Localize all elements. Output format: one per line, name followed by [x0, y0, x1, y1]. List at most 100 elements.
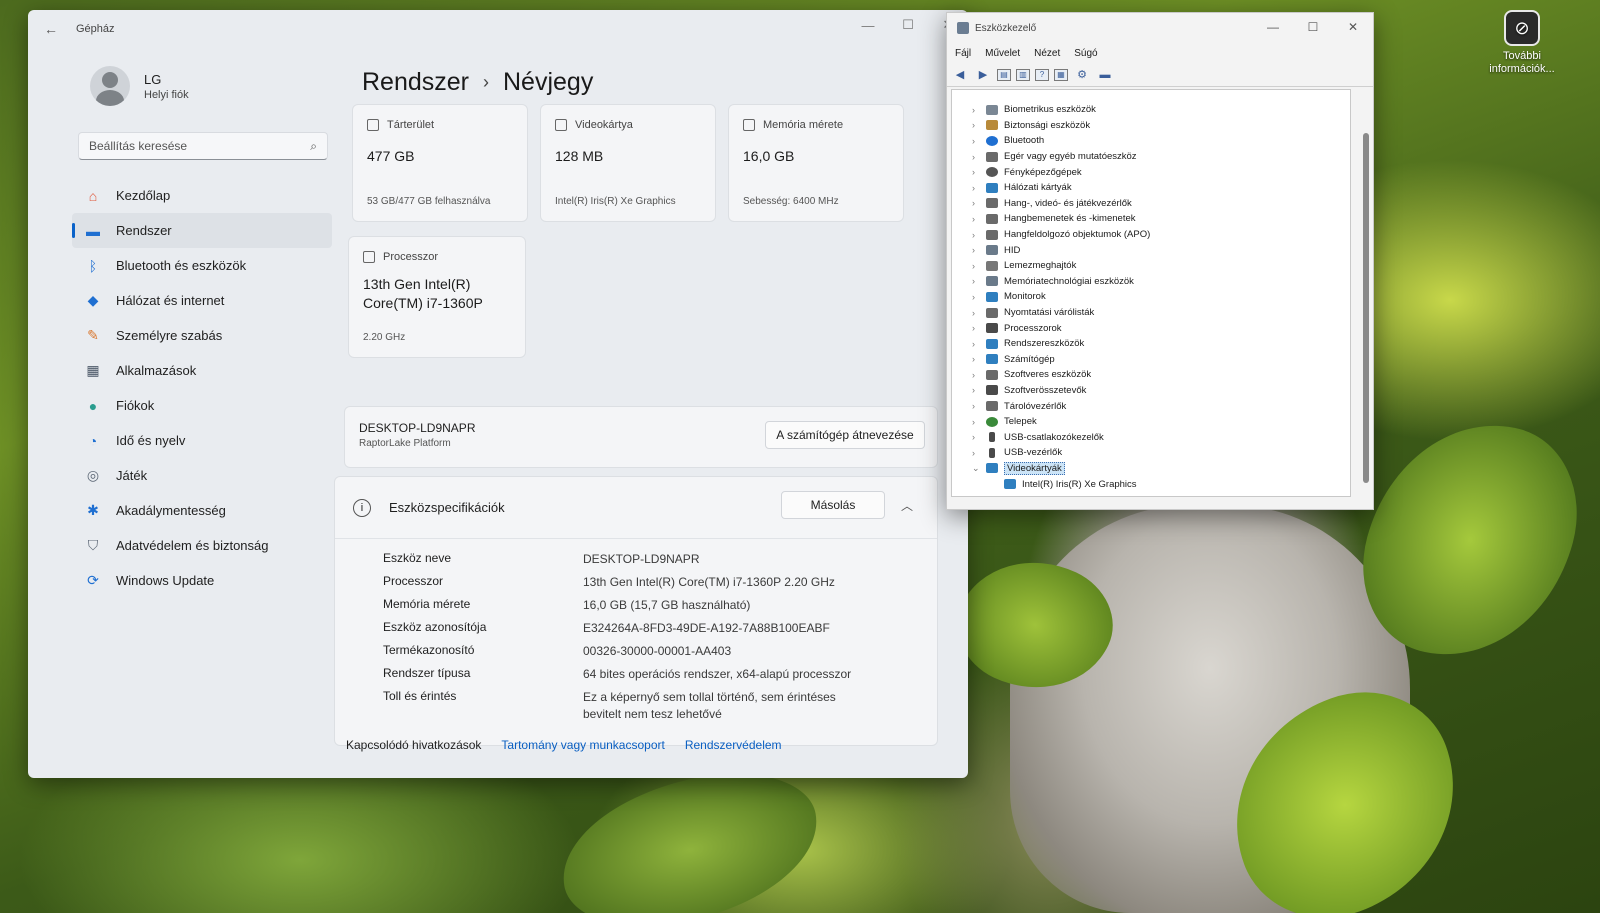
chevron-right-icon[interactable]: ›: [972, 448, 986, 458]
chevron-right-icon[interactable]: ›: [972, 120, 986, 130]
gpu-card[interactable]: Videokártya 128 MB Intel(R) Iris(R) Xe G…: [540, 104, 716, 222]
tree-node[interactable]: › Telepek: [952, 414, 1350, 430]
back-arrow-icon[interactable]: ◀: [951, 67, 969, 83]
chevron-right-icon[interactable]: ›: [972, 230, 986, 240]
tree-node[interactable]: › Lemezmeghajtók: [952, 258, 1350, 274]
chevron-right-icon[interactable]: ›: [972, 167, 986, 177]
processor-icon: [363, 251, 375, 263]
chevron-right-icon[interactable]: ›: [972, 370, 986, 380]
system-protection-link[interactable]: Rendszervédelem: [685, 738, 782, 752]
sidebar-item-bluetooth[interactable]: ᛒ Bluetooth és eszközök: [72, 248, 332, 283]
tree-node[interactable]: › USB-csatlakozókezelők: [952, 429, 1350, 445]
tree-node-label: Hangfeldolgozó objektumok (APO): [1004, 229, 1151, 241]
tree-node[interactable]: › Hálózati kártyák: [952, 180, 1350, 196]
sidebar-item-network[interactable]: ◆ Hálózat és internet: [72, 283, 332, 318]
chevron-right-icon[interactable]: ›: [972, 354, 986, 364]
minimize-button[interactable]: —: [1253, 13, 1293, 41]
tree-node[interactable]: › Processzorok: [952, 320, 1350, 336]
sidebar-item-privacy[interactable]: ⛉ Adatvédelem és biztonság: [72, 528, 332, 563]
chevron-right-icon[interactable]: ›: [972, 308, 986, 318]
copy-button[interactable]: Másolás: [781, 491, 885, 519]
tree-node[interactable]: › Nyomtatási várólisták: [952, 305, 1350, 321]
tree-node[interactable]: › Hangfeldolgozó objektumok (APO): [952, 227, 1350, 243]
tree-node[interactable]: › Biometrikus eszközök: [952, 102, 1350, 118]
sidebar-item-accounts[interactable]: ● Fiókok: [72, 388, 332, 423]
forward-arrow-icon[interactable]: ▶: [974, 67, 992, 83]
tree-node[interactable]: › Biztonsági eszközök: [952, 118, 1350, 134]
menu-action[interactable]: Művelet: [985, 48, 1020, 59]
scrollbar[interactable]: [1363, 133, 1369, 483]
properties-icon[interactable]: ▤: [997, 68, 1011, 81]
tree-node[interactable]: › Szoftveres eszközök: [952, 367, 1350, 383]
tree-node-expanded[interactable]: ⌄ Videokártyák: [952, 461, 1350, 477]
chevron-right-icon[interactable]: ›: [972, 198, 986, 208]
tree-node-label: Biometrikus eszközök: [1004, 104, 1096, 116]
processor-card[interactable]: Processzor 13th Gen Intel(R) Core(TM) i7…: [348, 236, 526, 358]
tree-node[interactable]: › Bluetooth: [952, 133, 1350, 149]
tree-node[interactable]: › Számítógép: [952, 352, 1350, 368]
rename-pc-button[interactable]: A számítógép átnevezése: [765, 421, 925, 449]
tree-node[interactable]: › USB-vezérlők: [952, 445, 1350, 461]
search-input[interactable]: Beállítás keresése ⌕: [78, 132, 328, 160]
tree-node[interactable]: › Szoftverösszetevők: [952, 383, 1350, 399]
tree-node[interactable]: › Hangbemenetek és -kimenetek: [952, 211, 1350, 227]
tree-node[interactable]: › Fényképezőgépek: [952, 164, 1350, 180]
minimize-button[interactable]: —: [848, 10, 888, 40]
tree-node[interactable]: › Egér vagy egyéb mutatóeszköz: [952, 149, 1350, 165]
monitor-icon[interactable]: ▬: [1096, 67, 1114, 83]
update-icon: ⟳: [87, 572, 99, 588]
tree-node[interactable]: › Tárolóvezérlők: [952, 398, 1350, 414]
chevron-right-icon[interactable]: ›: [972, 152, 986, 162]
sidebar-item-gaming[interactable]: ◎ Játék: [72, 458, 332, 493]
chevron-right-icon[interactable]: ›: [972, 339, 986, 349]
tree-node[interactable]: › HID: [952, 242, 1350, 258]
chevron-right-icon[interactable]: ›: [972, 183, 986, 193]
related-links: Kapcsolódó hivatkozások Tartomány vagy m…: [346, 738, 802, 752]
chevron-right-icon[interactable]: ›: [972, 401, 986, 411]
menu-file[interactable]: Fájl: [955, 48, 971, 59]
sidebar-item-apps[interactable]: ▦ Alkalmazások: [72, 353, 332, 388]
sidebar-item-system[interactable]: ▬ Rendszer: [72, 213, 332, 248]
list-icon[interactable]: ▥: [1016, 68, 1030, 81]
chevron-right-icon[interactable]: ›: [972, 245, 986, 255]
menu-view[interactable]: Nézet: [1034, 48, 1060, 59]
maximize-button[interactable]: ☐: [888, 10, 928, 40]
back-arrow-icon[interactable]: ←: [44, 21, 58, 37]
tree-node[interactable]: › Monitorok: [952, 289, 1350, 305]
user-profile[interactable]: LG Helyi fiók: [90, 66, 189, 106]
chevron-right-icon[interactable]: ›: [972, 136, 986, 146]
chevron-right-icon[interactable]: ›: [972, 323, 986, 333]
chevron-right-icon[interactable]: ›: [972, 432, 986, 442]
chevron-right-icon[interactable]: ›: [972, 214, 986, 224]
tree-node[interactable]: › Rendszereszközök: [952, 336, 1350, 352]
maximize-button[interactable]: ☐: [1293, 13, 1333, 41]
search-icon[interactable]: ⌕: [310, 139, 317, 154]
chevron-right-icon[interactable]: ›: [972, 276, 986, 286]
sidebar-item-personalization[interactable]: ✎ Személyre szabás: [72, 318, 332, 353]
sidebar-item-time-language[interactable]: ◔ Idő és nyelv: [72, 423, 332, 458]
tree-child-node[interactable]: Intel(R) Iris(R) Xe Graphics: [952, 476, 1350, 492]
sidebar-item-home[interactable]: ⌂ Kezdőlap: [72, 178, 332, 213]
spec-row: Rendszer típusa 64 bites operációs rendsz…: [383, 666, 937, 688]
view-icon[interactable]: ▦: [1054, 68, 1068, 81]
memory-card[interactable]: Memória mérete 16,0 GB Sebesség: 6400 MH…: [728, 104, 904, 222]
help-icon[interactable]: ?: [1035, 68, 1049, 81]
chevron-down-icon[interactable]: ⌄: [972, 463, 986, 474]
chevron-right-icon[interactable]: ›: [972, 261, 986, 271]
scan-hardware-icon[interactable]: ⚙: [1073, 67, 1091, 83]
menu-help[interactable]: Súgó: [1074, 48, 1097, 59]
chevron-right-icon[interactable]: ›: [972, 105, 986, 115]
domain-workgroup-link[interactable]: Tartomány vagy munkacsoport: [501, 738, 664, 752]
chevron-right-icon[interactable]: ›: [972, 385, 986, 395]
sidebar-item-accessibility[interactable]: ✱ Akadálymentesség: [72, 493, 332, 528]
desktop-icon-more-info[interactable]: ⊘ További információk...: [1482, 10, 1562, 76]
chevron-up-icon[interactable]: ︿: [901, 497, 913, 514]
close-button[interactable]: ✕: [1333, 13, 1373, 41]
chevron-right-icon[interactable]: ›: [972, 417, 986, 427]
tree-node[interactable]: › Memóriatechnológiai eszközök: [952, 274, 1350, 290]
sidebar-item-windows-update[interactable]: ⟳ Windows Update: [72, 563, 332, 598]
chevron-right-icon[interactable]: ›: [972, 292, 986, 302]
tree-node[interactable]: › Hang-, videó- és játékvezérlők: [952, 196, 1350, 212]
breadcrumb-parent[interactable]: Rendszer: [362, 68, 469, 97]
storage-card[interactable]: Tárterület 477 GB 53 GB/477 GB felhaszná…: [352, 104, 528, 222]
